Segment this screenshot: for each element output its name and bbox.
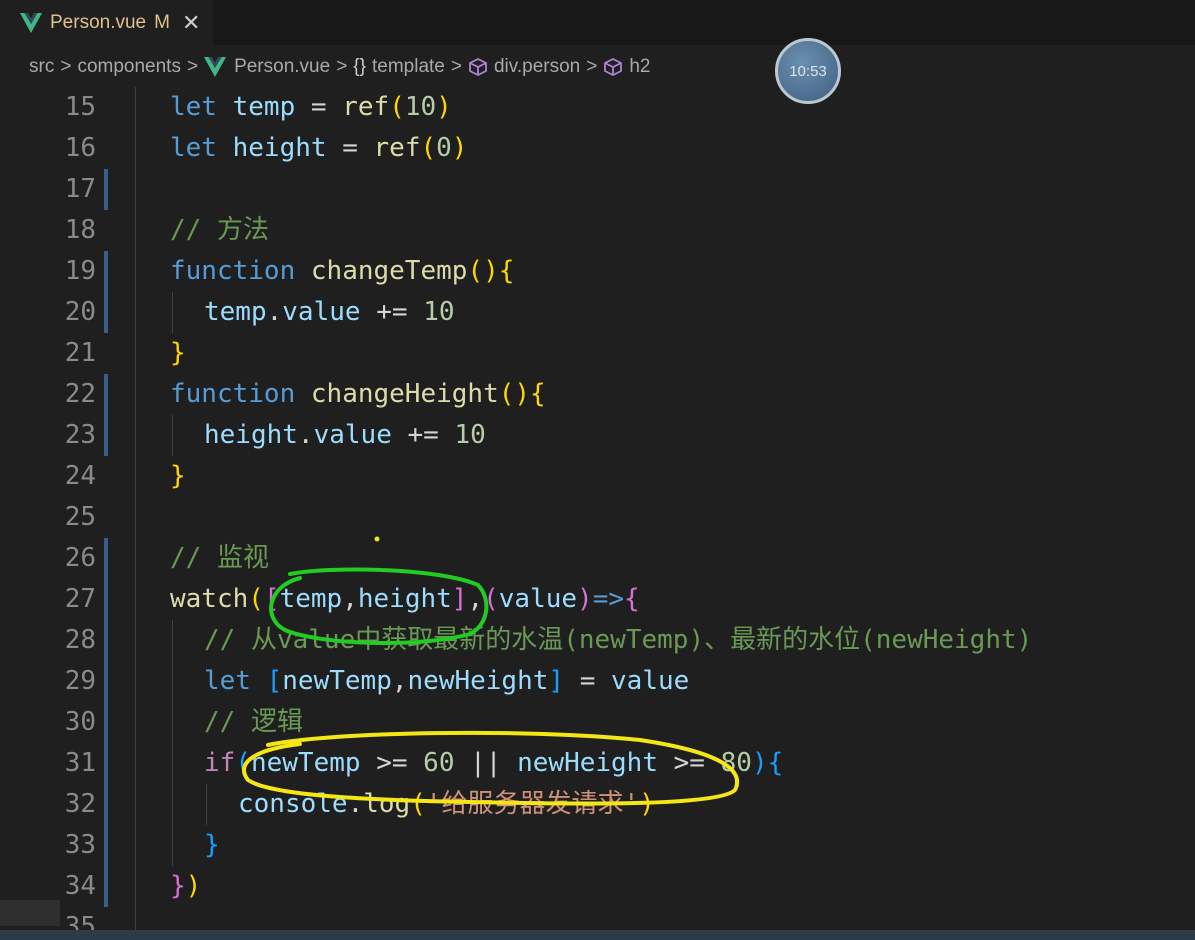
green-circle-annotation [269, 567, 489, 646]
taskbar [0, 930, 1195, 940]
cursor-dot [374, 536, 380, 542]
overlay-badge [0, 900, 60, 926]
yellow-circle-annotation [242, 730, 739, 806]
annotation-layer [242, 536, 739, 806]
